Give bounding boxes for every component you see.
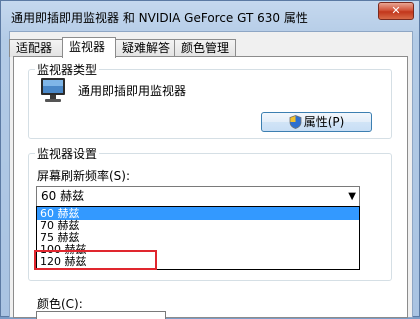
monitor-settings-title: 监视器设置 (35, 145, 100, 162)
colors-label: 颜色(C): (37, 297, 83, 311)
refresh-rate-select[interactable]: 60 赫兹 ▼ (36, 186, 360, 207)
monitor-icon (41, 78, 65, 102)
monitor-name: 通用即插即用监视器 (78, 84, 187, 98)
tab-monitor[interactable]: 监视器 (62, 37, 116, 58)
properties-button[interactable]: 属性(P) (261, 112, 372, 132)
close-button[interactable]: ✕ (378, 2, 414, 20)
uac-shield-icon (289, 115, 302, 129)
refresh-rate-value: 60 赫兹 (41, 189, 85, 203)
tab-troubleshoot[interactable]: 疑难解答 (115, 39, 175, 57)
tab-adapter[interactable]: 适配器 (9, 39, 63, 57)
title-bar[interactable]: 通用即插即用监视器 和 NVIDIA GeForce GT 630 属性 ✕ (1, 1, 419, 31)
chevron-down-icon[interactable]: ▼ (348, 187, 356, 206)
properties-button-label: 属性(P) (303, 115, 345, 129)
window-title: 通用即插即用监视器 和 NVIDIA GeForce GT 630 属性 (11, 11, 308, 25)
colors-select[interactable] (36, 311, 166, 319)
refresh-rate-label: 屏幕刷新频率(S): (37, 169, 131, 183)
highlight-annotation-box (34, 250, 157, 270)
close-icon: ✕ (391, 4, 401, 17)
tab-color-management[interactable]: 颜色管理 (174, 39, 236, 57)
